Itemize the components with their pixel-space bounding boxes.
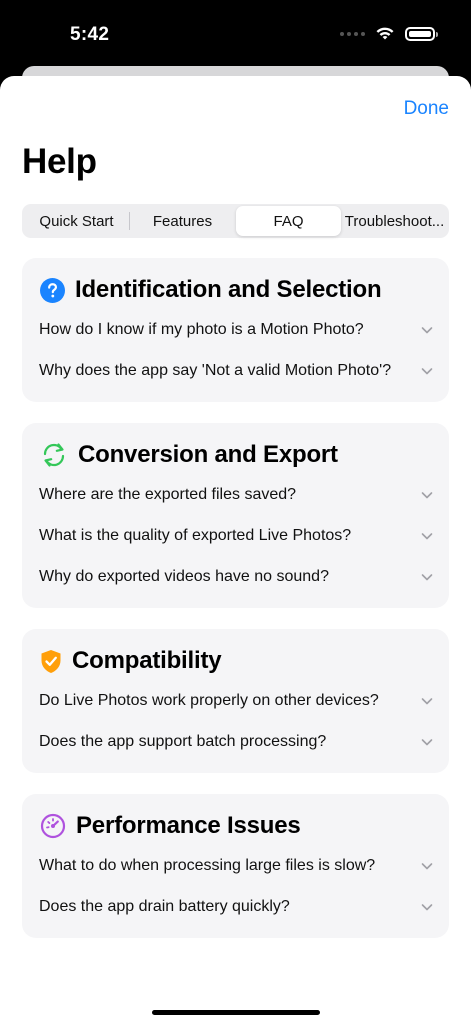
home-indicator (152, 1010, 320, 1015)
faq-question-row[interactable]: Do Live Photos work properly on other de… (39, 689, 433, 713)
section-header: Compatibility (40, 647, 222, 675)
section-title: Compatibility (72, 647, 222, 674)
faq-question-row[interactable]: Why does the app say 'Not a valid Motion… (39, 359, 433, 383)
battery-icon (405, 26, 438, 41)
tab-troubleshooting[interactable]: Troubleshoot... (342, 206, 447, 236)
status-time: 5:42 (70, 24, 110, 45)
faq-section-conversion: Conversion and Export Where are the expo… (22, 423, 449, 608)
faq-question-row[interactable]: Why do exported videos have no sound? (39, 565, 433, 589)
faq-question-row[interactable]: What is the quality of exported Live Pho… (39, 524, 433, 548)
section-header: Performance Issues (40, 812, 301, 840)
chevron-down-icon (421, 863, 433, 870)
chevron-down-icon (421, 698, 433, 705)
section-header: Identification and Selection (40, 276, 382, 304)
speedometer-icon (40, 813, 66, 839)
help-sheet: Done Help Quick Start Features FAQ Troub… (0, 76, 471, 1024)
status-icons (340, 26, 438, 41)
tab-features[interactable]: Features (130, 206, 235, 236)
faq-question-row[interactable]: Does the app support batch processing? (39, 730, 433, 754)
chevron-down-icon (421, 492, 433, 499)
help-tabs: Quick Start Features FAQ Troubleshoot... (22, 204, 449, 238)
faq-question: Do Live Photos work properly on other de… (39, 692, 379, 709)
faq-question: Where are the exported files saved? (39, 486, 297, 503)
question-circle-icon (40, 277, 65, 303)
faq-question-row[interactable]: Where are the exported files saved? (39, 483, 433, 507)
shield-check-icon (41, 649, 61, 673)
faq-question: Why does the app say 'Not a valid Motion… (39, 362, 392, 379)
chevron-down-icon (421, 739, 433, 746)
status-bar: 5:42 (0, 0, 471, 70)
tab-quick-start[interactable]: Quick Start (24, 206, 129, 236)
chevron-down-icon (421, 904, 433, 911)
faq-question-row[interactable]: What to do when processing large files i… (39, 854, 433, 878)
section-header: Conversion and Export (40, 441, 338, 469)
page-title: Help (22, 142, 97, 181)
chevron-down-icon (421, 368, 433, 375)
chevron-down-icon (421, 574, 433, 581)
faq-question: How do I know if my photo is a Motion Ph… (39, 321, 364, 338)
faq-section-identification: Identification and Selection How do I kn… (22, 258, 449, 402)
chevron-down-icon (421, 533, 433, 540)
faq-section-performance: Performance Issues What to do when proce… (22, 794, 449, 938)
tab-faq[interactable]: FAQ (236, 206, 341, 236)
arrows-cycle-icon (43, 443, 65, 467)
faq-question: Does the app support batch processing? (39, 733, 327, 750)
done-button[interactable]: Done (404, 98, 449, 120)
signal-dots-icon (340, 31, 365, 36)
section-title: Performance Issues (76, 812, 301, 839)
wifi-icon (376, 27, 394, 40)
faq-question-row[interactable]: Does the app drain battery quickly? (39, 895, 433, 919)
faq-question: Does the app drain battery quickly? (39, 898, 290, 915)
section-title: Conversion and Export (78, 441, 338, 468)
faq-question: What to do when processing large files i… (39, 857, 376, 874)
section-title: Identification and Selection (75, 276, 382, 303)
faq-question: What is the quality of exported Live Pho… (39, 527, 352, 544)
faq-section-compatibility: Compatibility Do Live Photos work proper… (22, 629, 449, 773)
chevron-down-icon (421, 327, 433, 334)
faq-question: Why do exported videos have no sound? (39, 568, 329, 585)
faq-question-row[interactable]: How do I know if my photo is a Motion Ph… (39, 318, 433, 342)
